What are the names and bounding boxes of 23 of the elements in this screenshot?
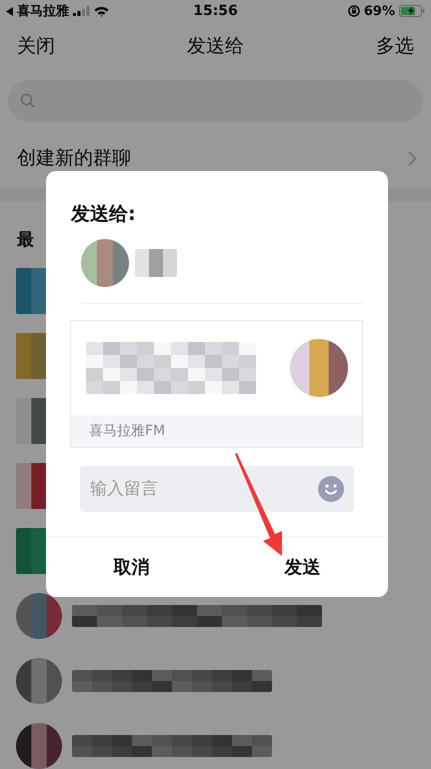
charging-battery-icon [399,5,426,17]
create-group-label: 创建新的群聊 [17,146,131,171]
page-title: 发送给 [187,34,244,59]
dialog-title: 发送给: [71,202,137,227]
search-icon [20,93,36,109]
wifi-icon [94,6,109,16]
create-group-row[interactable]: 创建新的群聊 [0,128,431,188]
clock-time: 15:56 [193,3,238,19]
source-label: 喜马拉雅FM [71,415,362,447]
search-field[interactable] [8,80,423,122]
chevron-icon [408,150,417,166]
rotation-lock-icon [348,5,360,17]
close-link[interactable]: 关闭 [17,33,55,59]
section-label: 最 [17,230,34,250]
dialog-button[interactable]: 发送 [217,537,388,597]
battery-percent: 69% [364,4,396,18]
carrier-label: 喜马拉雅 [17,3,69,20]
multi-select-link[interactable]: 多选 [376,33,414,59]
back-triangle-icon[interactable] [6,6,13,16]
dialog-button[interactable]: 取消 [46,537,217,597]
signal-icon [73,6,90,16]
message-field[interactable]: 输入留言 [80,466,354,512]
smiley-icon[interactable] [318,476,344,502]
